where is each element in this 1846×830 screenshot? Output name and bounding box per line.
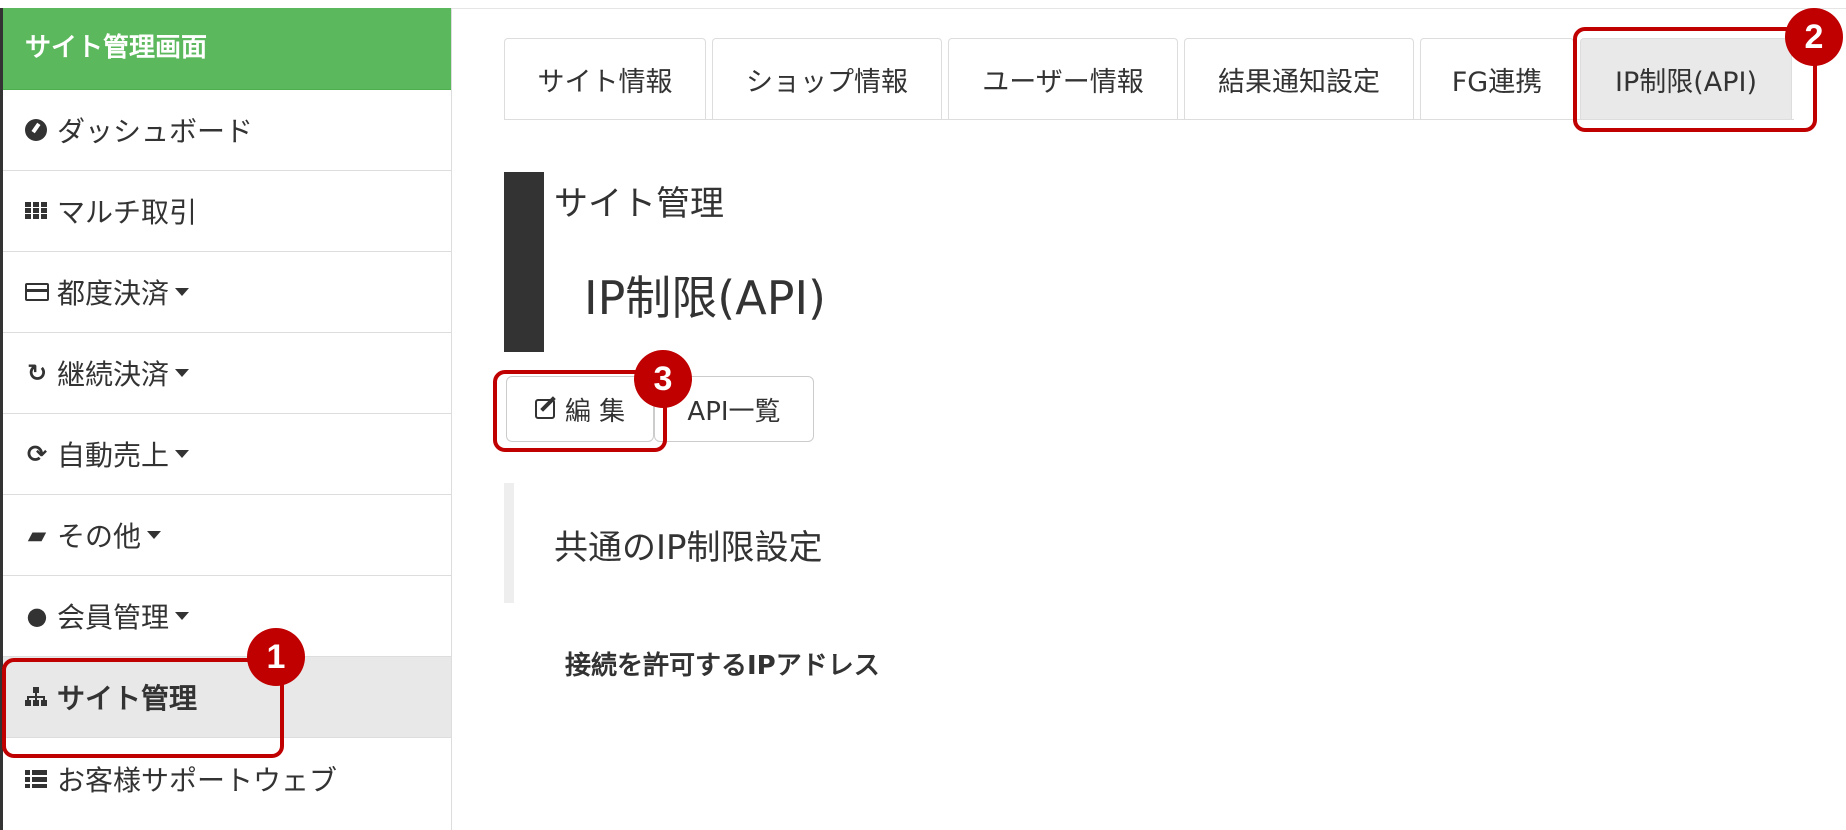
- sidebar-item-label: 会員管理: [57, 601, 170, 634]
- sidebar-item-label: お客様サポートウェブ: [57, 763, 338, 797]
- caret-down-icon: [175, 612, 190, 620]
- dashboard-icon: [25, 118, 49, 142]
- sidebar-item-auto-sales[interactable]: ⟳ 自動売上: [3, 414, 451, 495]
- sidebar-item-multi-transaction[interactable]: マルチ取引: [3, 171, 451, 252]
- users-icon: ●: [26, 602, 48, 630]
- step-badge-2: 2: [1785, 8, 1843, 66]
- heading-accent-bar: [504, 172, 544, 352]
- sidebar-item-label: その他: [57, 520, 142, 553]
- top-divider: [452, 8, 1846, 9]
- caret-down-icon: [175, 369, 190, 377]
- folder-open-icon: ▰: [27, 521, 47, 549]
- repeat-icon: ↻: [26, 359, 48, 387]
- page-title: IP制限(API): [584, 271, 826, 325]
- refresh-icon: ⟳: [26, 440, 48, 468]
- allowed-ip-label: 接続を許可するIPアドレス: [565, 651, 880, 681]
- section-heading: サイト管理: [554, 184, 724, 224]
- tab-fg-integration[interactable]: FG連携: [1420, 38, 1574, 120]
- tab-shop-info[interactable]: ショップ情報: [712, 38, 942, 120]
- sidebar-item-dashboard[interactable]: ダッシュボード: [3, 90, 451, 171]
- section-title: 共通のIP制限設定: [554, 528, 823, 568]
- sidebar-item-label: マルチ取引: [57, 196, 198, 229]
- caret-down-icon: [147, 531, 162, 539]
- sidebar-item-label: 自動売上: [57, 439, 170, 472]
- sidebar-item-label: 都度決済: [57, 277, 170, 310]
- highlight-box-2: [1573, 27, 1817, 132]
- caret-down-icon: [175, 450, 190, 458]
- sidebar-item-recurring-payment[interactable]: ↻ 継続決済: [3, 333, 451, 414]
- sidebar-item-label: 継続決済: [57, 358, 170, 391]
- step-badge-1: 1: [247, 628, 305, 686]
- highlight-box-1: [2, 658, 284, 758]
- step-badge-3: 3: [634, 350, 692, 408]
- credit-card-icon: [25, 280, 49, 304]
- list-icon: [25, 767, 49, 791]
- tab-user-info[interactable]: ユーザー情報: [948, 38, 1178, 120]
- section-accent-bar: [504, 483, 514, 603]
- tab-result-notification[interactable]: 結果通知設定: [1184, 38, 1414, 120]
- sidebar-item-member-management[interactable]: ● 会員管理: [3, 576, 451, 657]
- grid-icon: [25, 199, 49, 223]
- sidebar-item-one-time-payment[interactable]: 都度決済: [3, 252, 451, 333]
- sidebar-item-label: ダッシュボード: [57, 115, 254, 148]
- caret-down-icon: [175, 288, 190, 296]
- sidebar-title: サイト管理画面: [3, 8, 451, 90]
- api-list-button-label: API一覧: [687, 396, 781, 427]
- sidebar-item-other[interactable]: ▰ その他: [3, 495, 451, 576]
- tab-site-info[interactable]: サイト情報: [504, 38, 706, 120]
